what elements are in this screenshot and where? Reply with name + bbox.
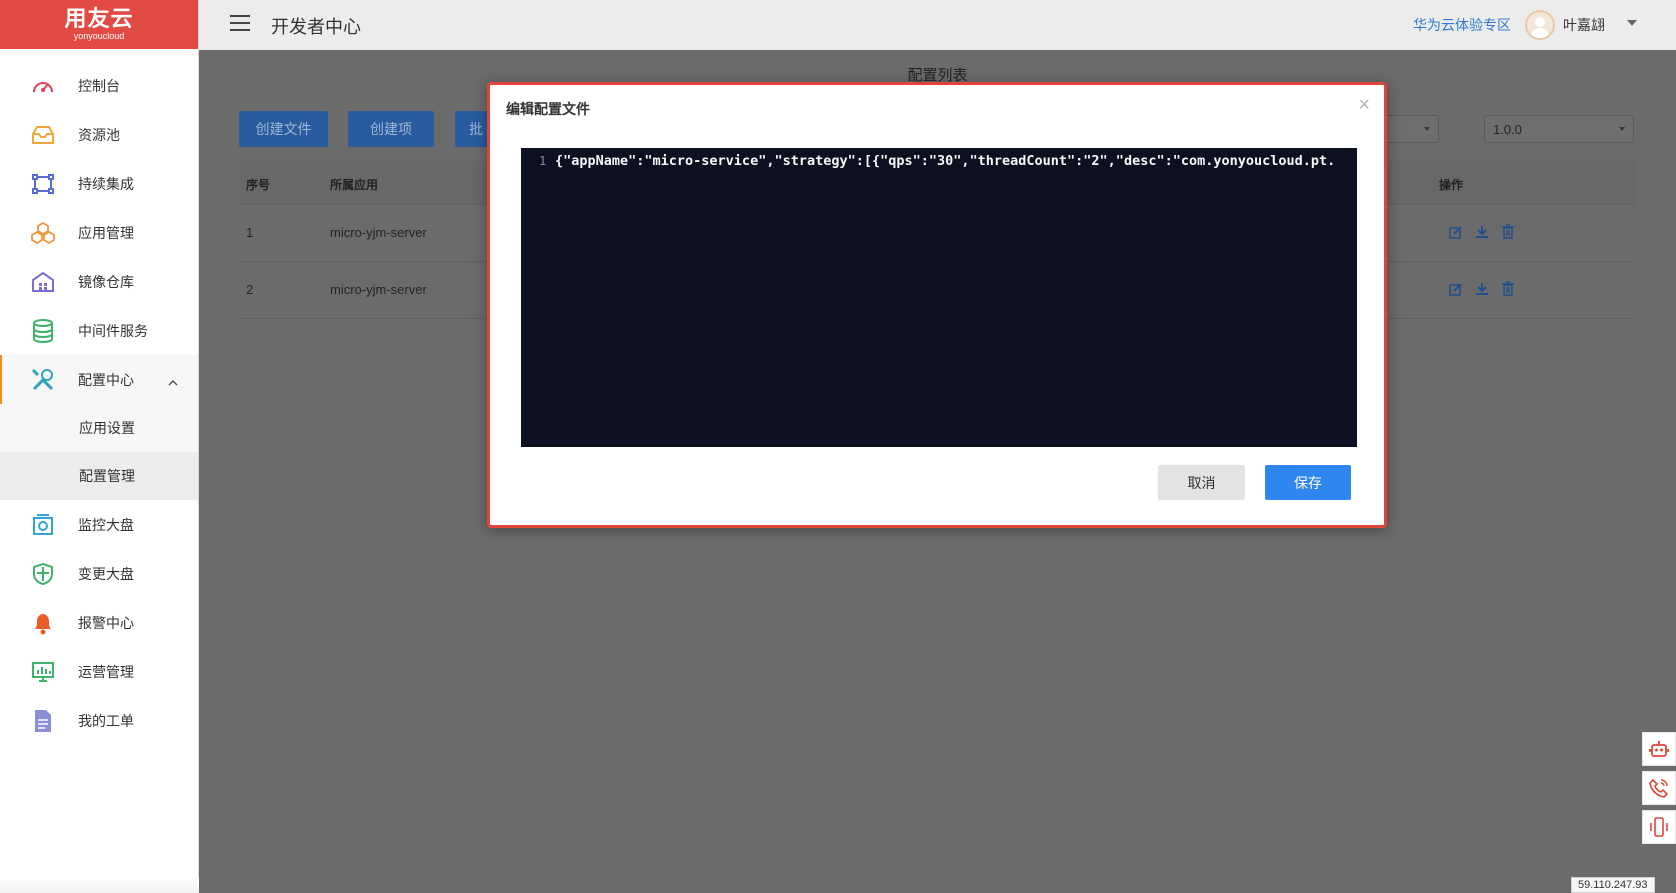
sidebar-item-label: 资源池: [78, 126, 120, 143]
column-header-app: 所属应用: [330, 178, 379, 192]
menu-toggle-icon[interactable]: [230, 15, 250, 31]
sidebar: 用友云 yonyoucloud 控制台 资源池 持续集成 应用管理 镜像仓库 中…: [0, 0, 199, 893]
sidebar-footer: [0, 877, 199, 893]
sidebar-item-dashboard[interactable]: 控制台: [0, 61, 198, 110]
dashboard-icon: [29, 72, 57, 100]
huawei-zone-link[interactable]: 华为云体验专区: [1413, 15, 1511, 35]
tools-icon: [29, 366, 57, 394]
edit-icon[interactable]: [1447, 223, 1464, 240]
row-index: 2: [246, 282, 254, 297]
phone-icon[interactable]: [1642, 771, 1676, 805]
save-button[interactable]: 保存: [1265, 465, 1351, 500]
database-icon: [29, 317, 57, 345]
sidebar-item-label: 持续集成: [78, 175, 134, 192]
user-dropdown-icon[interactable]: [1627, 20, 1637, 26]
row-app: micro-yjm-server: [330, 282, 427, 297]
sidebar-item-label: 镜像仓库: [78, 273, 134, 290]
mobile-icon[interactable]: [1642, 810, 1676, 844]
sidebar-item-label: 我的工单: [78, 712, 134, 729]
sidebar-subitem-config-management[interactable]: 配置管理: [0, 452, 198, 500]
chevron-down-icon: [1619, 127, 1625, 131]
sidebar-item-label: 中间件服务: [78, 322, 148, 339]
sidebar-item-alerts[interactable]: 报警中心: [0, 598, 198, 647]
sidebar-nav: 控制台 资源池 持续集成 应用管理 镜像仓库 中间件服务 配置中心 应用设置 配…: [0, 49, 198, 745]
sidebar-item-changes[interactable]: 变更大盘: [0, 549, 198, 598]
sidebar-item-monitoring[interactable]: 监控大盘: [0, 500, 198, 549]
create-item-button[interactable]: 创建项: [348, 111, 434, 147]
bell-icon: [29, 609, 57, 637]
sidebar-item-label: 运营管理: [78, 663, 134, 680]
column-header-ops: 操作: [1439, 178, 1464, 192]
sidebar-subitem-app-settings[interactable]: 应用设置: [0, 404, 198, 452]
app-title: 开发者中心: [271, 17, 361, 37]
version-select[interactable]: 1.0.0: [1484, 115, 1634, 143]
sidebar-item-label: 控制台: [78, 77, 120, 94]
chevron-down-icon: [1424, 127, 1430, 131]
cubes-icon: [29, 219, 57, 247]
chevron-up-icon[interactable]: [168, 373, 178, 391]
sidebar-item-config-center[interactable]: 配置中心: [0, 355, 198, 404]
sidebar-item-label: 报警中心: [78, 614, 134, 631]
editor-gutter: [521, 148, 551, 447]
row-actions: [1447, 223, 1516, 240]
monitor-icon: [29, 511, 57, 539]
sidebar-item-image-registry[interactable]: 镜像仓库: [0, 257, 198, 306]
sidebar-item-label: 变更大盘: [78, 565, 134, 582]
chart-icon: [29, 658, 57, 686]
inbox-icon: [29, 121, 57, 149]
sidebar-item-my-tickets[interactable]: 我的工单: [0, 696, 198, 745]
version-select-value: 1.0.0: [1493, 121, 1522, 137]
delete-icon[interactable]: [1499, 280, 1516, 297]
document-icon: [29, 707, 57, 735]
code-line[interactable]: {"appName":"micro-service","strategy":[{…: [555, 153, 1335, 169]
row-actions: [1447, 280, 1516, 297]
create-file-button[interactable]: 创建文件: [239, 111, 328, 147]
integration-icon: [29, 170, 57, 198]
edit-config-modal: 编辑配置文件 × 1 {"appName":"micro-service","s…: [487, 82, 1387, 528]
column-header-index: 序号: [246, 178, 271, 192]
sidebar-item-operations[interactable]: 运营管理: [0, 647, 198, 696]
modal-title: 编辑配置文件: [506, 101, 590, 117]
avatar[interactable]: [1525, 10, 1555, 40]
brand-logo[interactable]: 用友云 yonyoucloud: [0, 0, 198, 49]
brand-name: 用友云: [64, 6, 134, 31]
robot-assistant-icon[interactable]: [1642, 732, 1676, 766]
delete-icon[interactable]: [1499, 223, 1516, 240]
sidebar-item-ci[interactable]: 持续集成: [0, 159, 198, 208]
sidebar-item-app-management[interactable]: 应用管理: [0, 208, 198, 257]
sidebar-item-label: 应用管理: [78, 224, 134, 241]
row-app: micro-yjm-server: [330, 225, 427, 240]
edit-icon[interactable]: [1447, 280, 1464, 297]
download-icon[interactable]: [1473, 223, 1490, 240]
brand-subtitle: yonyoucloud: [73, 31, 125, 41]
code-editor[interactable]: 1 {"appName":"micro-service","strategy":…: [521, 148, 1357, 447]
sidebar-item-label: 监控大盘: [78, 516, 134, 533]
shield-icon: [29, 560, 57, 588]
download-icon[interactable]: [1473, 280, 1490, 297]
sidebar-item-resource-pool[interactable]: 资源池: [0, 110, 198, 159]
close-icon[interactable]: ×: [1358, 95, 1370, 115]
ip-address-badge: 59.110.247.93: [1571, 877, 1655, 893]
cancel-button[interactable]: 取消: [1158, 465, 1245, 500]
line-number: 1: [539, 154, 547, 168]
username[interactable]: 叶嘉翃: [1563, 15, 1605, 35]
sidebar-item-label: 配置中心: [78, 371, 134, 388]
warehouse-icon: [29, 268, 57, 296]
top-header: 开发者中心 华为云体验专区 叶嘉翃: [0, 0, 1676, 50]
sidebar-item-middleware[interactable]: 中间件服务: [0, 306, 198, 355]
row-index: 1: [246, 225, 254, 240]
